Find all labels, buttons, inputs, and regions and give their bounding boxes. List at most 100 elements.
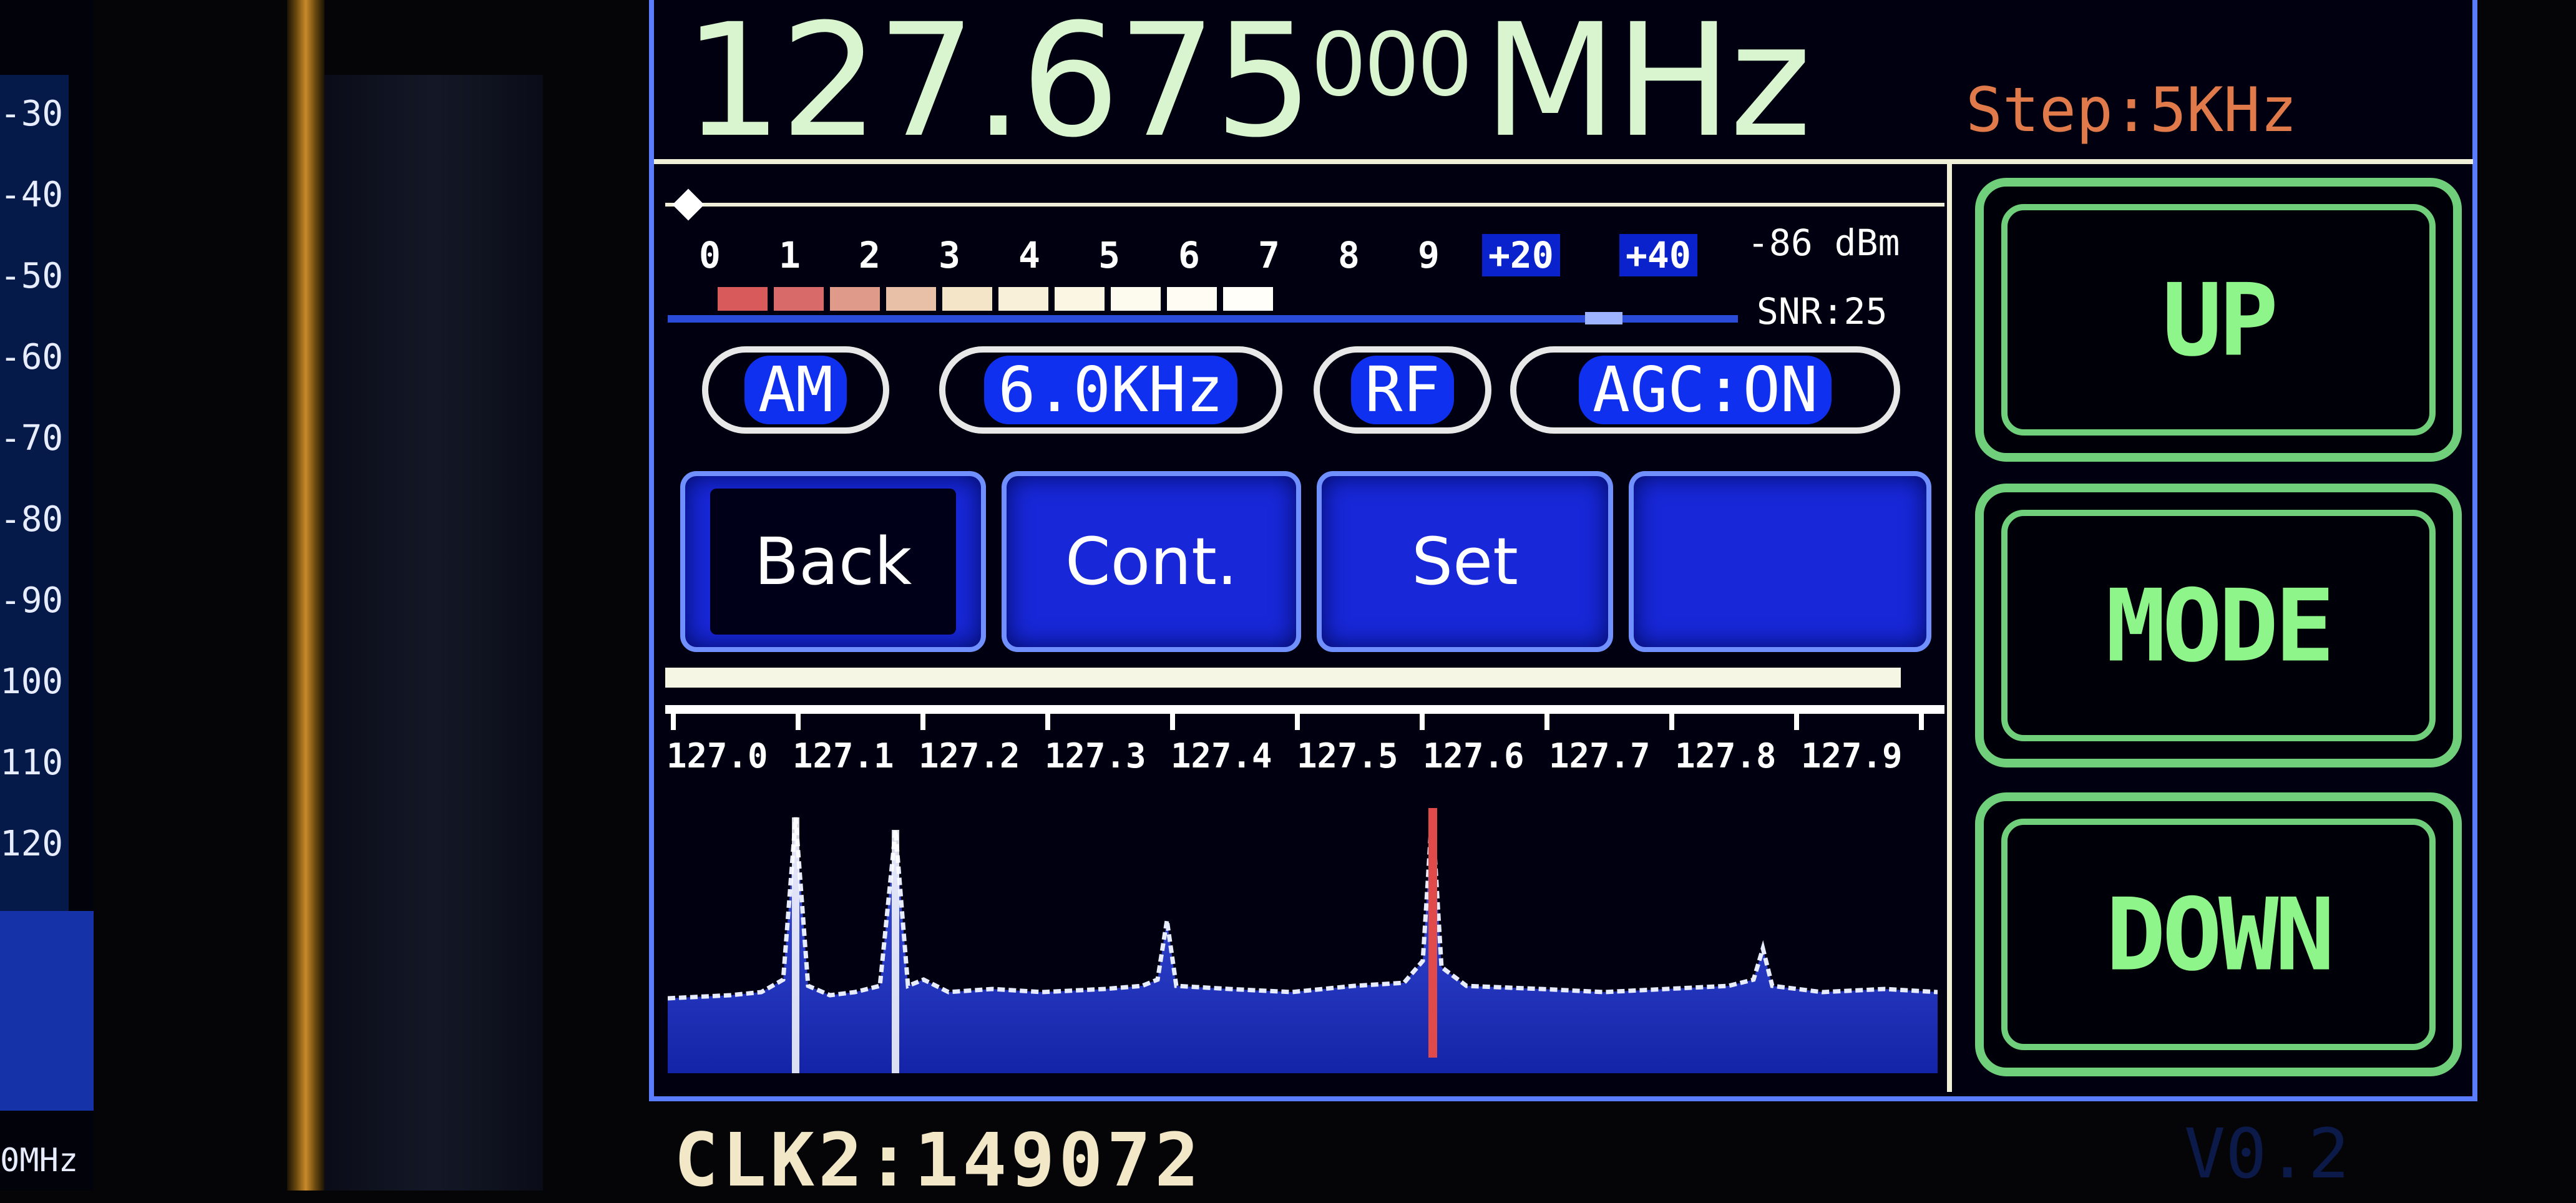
version-label: V0.2 [2184,1114,2349,1194]
left-scale-label: -70 [0,418,64,459]
left-scale-label: 120 [0,824,64,864]
axis-freq-label: 127.2 [919,736,1020,776]
snr-bar [668,315,1738,323]
signal-bar-segment [774,287,824,311]
axis-tick [1045,711,1050,730]
up-button[interactable]: UP [1975,178,2462,462]
signal-bar-segment [1055,287,1105,311]
left-scale-fill [0,911,94,1111]
axis-tick [1544,711,1549,730]
axis-freq-label: 127.1 [793,736,894,776]
mode-pill-label: AM [744,356,847,424]
axis-tick [1794,711,1799,730]
left-scale-label: -30 [0,94,64,134]
smeter-label: 7 [1258,234,1280,276]
smeter-plus20: +20 [1482,234,1560,276]
tuned-frequency-marker [1428,808,1437,1058]
left-scale-strip: -30 -40 -50 -60 -70 -80 -90 100 110 120 [0,75,69,911]
left-scale-label: 110 [0,743,64,783]
agc-pill-label: AGC:ON [1578,356,1832,424]
axis-tick [671,711,676,730]
spectrum-trace [668,811,1938,1001]
frequency-unit: MHz [1483,0,1812,172]
smeter-label: 1 [779,234,801,276]
left-scale-unit: 0MHz [0,1142,79,1179]
snr-bar-fill [1585,312,1622,324]
empty-function-button[interactable] [1629,471,1931,652]
mode-button-label: MODE [2105,567,2334,684]
set-button-label: Set [1412,524,1518,600]
signal-dbm: -86 dBm [1747,222,1900,264]
clock-readout: CLK2:149072 [674,1117,1203,1203]
smeter-label: 4 [1018,234,1040,276]
signal-bar-segment [998,287,1048,311]
peak-marker-left [792,817,799,1073]
axis-tick [1170,711,1175,730]
frequency-display[interactable]: 127.675000MHz [683,3,1812,159]
smeter-label: 6 [1178,234,1200,276]
axis-freq-label: 127.0 [666,736,768,776]
smeter-label: 5 [1098,234,1120,276]
left-scale-label: -80 [0,499,64,540]
smeter-label: 8 [1338,234,1360,276]
smeter-label: 0 [699,234,721,276]
step-indicator[interactable]: Step:5KHz [1966,75,2297,146]
smeter-label: 2 [859,234,881,276]
frequency-main: 127.675 [683,0,1314,172]
signal-bar-segment [1223,287,1273,311]
axis-freq-label: 127.5 [1297,736,1398,776]
left-scale-label: -90 [0,580,64,621]
axis-tick [796,711,801,730]
mode-button[interactable]: MODE [1975,484,2462,767]
mode-pill[interactable]: AM [702,346,889,434]
axis-tick [1669,711,1674,730]
signal-bar-segment [830,287,880,311]
snr-readout: SNR:25 [1757,290,1888,333]
bandwidth-pill[interactable]: 6.0KHz [939,346,1282,434]
back-button-label: Back [754,524,912,600]
mounting-bracket [324,75,543,1191]
tuning-line [665,203,1944,207]
axis-freq-label: 127.3 [1045,736,1146,776]
right-divider [1947,162,1952,1092]
smeter-plus40: +40 [1619,234,1697,276]
agc-pill[interactable]: AGC:ON [1510,346,1900,434]
signal-bar-segment [1167,287,1217,311]
axis-freq-label: 127.8 [1675,736,1777,776]
smeter-label: 9 [1418,234,1440,276]
axis-freq-label: 127.9 [1801,736,1903,776]
axis-freq-label: 127.4 [1171,736,1272,776]
divider-top [654,159,2473,164]
signal-bar-segment [718,287,768,311]
left-scale-label: -60 [0,337,64,377]
set-button[interactable]: Set [1317,471,1613,652]
smeter-label: 3 [939,234,960,276]
signal-bar-segment [942,287,992,311]
signal-bar-segment [1111,287,1161,311]
axis-tick [1420,711,1425,730]
cont-button-label: Cont. [1065,524,1237,600]
rf-pill[interactable]: RF [1314,346,1491,434]
frequency-sub: 000 [1310,14,1473,116]
up-button-label: UP [2162,261,2279,378]
spectrum-fill [668,811,1938,1073]
peak-marker-mid [892,830,899,1073]
signal-bar-segment [886,287,936,311]
left-scale-label: -50 [0,256,64,296]
spectrum-ruler [665,705,1944,714]
axis-tick [1919,711,1924,730]
down-button-label: DOWN [2105,876,2334,993]
rf-pill-label: RF [1351,356,1454,424]
back-button[interactable]: Back [680,471,986,652]
axis-tick [920,711,925,730]
down-button[interactable]: DOWN [1975,792,2462,1076]
left-scale-label: -40 [0,175,64,215]
cont-button[interactable]: Cont. [1002,471,1301,652]
scan-progress-bar [665,668,1901,688]
axis-freq-label: 127.6 [1423,736,1525,776]
axis-tick [1295,711,1300,730]
left-scale-label: 100 [0,661,64,702]
axis-freq-label: 127.7 [1549,736,1651,776]
bandwidth-pill-label: 6.0KHz [984,356,1237,424]
spectrum-display[interactable] [668,780,1938,1073]
